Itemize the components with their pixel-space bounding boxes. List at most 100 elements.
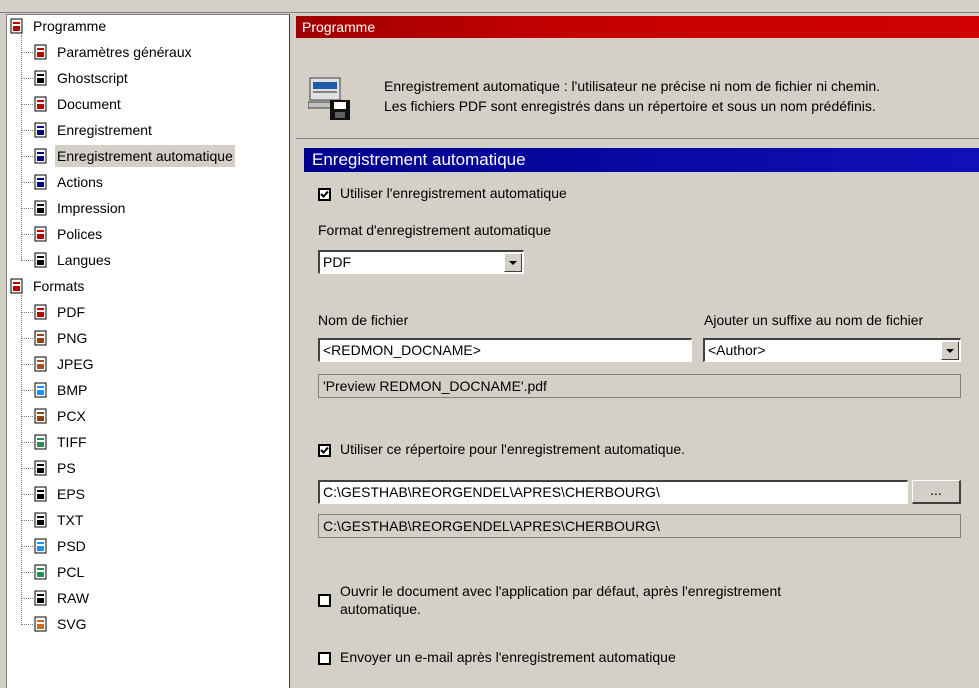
tree-item[interactable]: EPS	[21, 483, 287, 505]
tree-item-label: Programme	[33, 18, 107, 34]
tree-item-label: Actions	[57, 174, 103, 190]
pdf-format-icon	[34, 304, 47, 320]
tree-item[interactable]: TIFF	[21, 431, 287, 453]
description-area: Enregistrement automatique : l'utilisate…	[296, 38, 979, 139]
tree-item[interactable]: Langues	[21, 249, 287, 271]
tree-item[interactable]: Programme	[9, 15, 287, 37]
tree-item[interactable]: Ghostscript	[21, 67, 287, 89]
autosave-icon	[34, 148, 47, 164]
tree-item-label: SVG	[57, 616, 87, 632]
filename-label: Nom de fichier	[318, 312, 409, 328]
tree-item[interactable]: PCL	[21, 561, 287, 583]
tree-item[interactable]: Enregistrement automatique	[21, 145, 287, 167]
tree-connector	[21, 624, 33, 625]
tree-item-label: TIFF	[57, 434, 87, 450]
tree-item[interactable]: PCX	[21, 405, 287, 427]
eps-format-icon	[34, 486, 47, 502]
tree-item[interactable]: JPEG	[21, 353, 287, 375]
description-line-2: Les fichiers PDF sont enregistrés dans u…	[384, 98, 876, 114]
open-document-label-line-1: Ouvrir le document avec l'application pa…	[340, 583, 782, 599]
description-text: Enregistrement automatique : l'utilisate…	[384, 76, 880, 116]
tree-item-label: JPEG	[57, 356, 94, 372]
tree-connector	[21, 442, 33, 443]
tree-item[interactable]: PDF	[21, 301, 287, 323]
tree-item-label: PDF	[57, 304, 85, 320]
tiff-format-icon	[34, 434, 47, 450]
checkmark-icon	[320, 190, 329, 198]
chevron-down-icon[interactable]	[941, 341, 959, 360]
tree-item-label: Langues	[57, 252, 111, 268]
tree-connector	[21, 364, 33, 365]
send-email-label: Envoyer un e-mail après l'enregistrement…	[340, 649, 676, 665]
tree-item[interactable]: Polices	[21, 223, 287, 245]
description-line-1: Enregistrement automatique : l'utilisate…	[384, 78, 881, 94]
settings-panel: Programme Enregistrement automatique : l…	[296, 14, 979, 688]
tree-item-label: Enregistrement	[57, 122, 152, 138]
ghostscript-icon	[34, 70, 47, 86]
fonts-icon	[34, 226, 47, 242]
suffix-select[interactable]: <Author>	[703, 338, 961, 362]
tree-item[interactable]: Impression	[21, 197, 287, 219]
section-header-autosave: Enregistrement automatique	[304, 148, 979, 172]
tree-connector	[21, 35, 22, 261]
use-directory-label: Utiliser ce répertoire pour l'enregistre…	[340, 441, 686, 457]
tree-item-label: PS	[57, 460, 76, 476]
tree-item-label: Paramètres généraux	[57, 44, 192, 60]
format-select[interactable]: PDF	[318, 250, 524, 274]
filename-input[interactable]: <REDMON_DOCNAME>	[318, 338, 692, 362]
tree-item-label: RAW	[57, 590, 90, 606]
open-document-label: Ouvrir le document avec l'application pa…	[340, 582, 781, 618]
raw-format-icon	[34, 590, 47, 606]
png-format-icon	[34, 330, 47, 346]
directory-preview: C:\GESTHAB\REORGENDEL\APRES\CHERBOURG\	[318, 514, 961, 538]
suffix-select-value: <Author>	[708, 342, 766, 358]
tree-connector	[21, 598, 33, 599]
tree-connector	[21, 416, 33, 417]
tree-connector	[21, 572, 33, 573]
tree-item-label: Ghostscript	[57, 70, 128, 86]
document-icon	[34, 96, 47, 112]
autosave-large-icon	[308, 77, 350, 120]
tree-connector	[21, 130, 33, 131]
tree-item-label: Document	[57, 96, 121, 112]
tree-item[interactable]: SVG	[21, 613, 287, 635]
format-select-value: PDF	[323, 254, 351, 270]
tree-connector	[21, 338, 33, 339]
open-document-label-line-2: automatique.	[340, 601, 421, 617]
tree-item[interactable]: TXT	[21, 509, 287, 531]
tree-connector	[21, 234, 33, 235]
tree-connector	[21, 182, 33, 183]
tree-item[interactable]: PS	[21, 457, 287, 479]
pcl-format-icon	[34, 564, 47, 580]
use-autosave-label: Utiliser l'enregistrement automatique	[340, 185, 567, 201]
section-header-programme: Programme	[296, 16, 979, 38]
tree-item-label: PSD	[57, 538, 86, 554]
tree-item-label: EPS	[57, 486, 86, 502]
tree-item[interactable]: Formats	[9, 275, 287, 297]
tree-item[interactable]: Enregistrement	[21, 119, 287, 141]
tree-connector	[21, 520, 33, 521]
tree-item[interactable]: PSD	[21, 535, 287, 557]
tree-item[interactable]: BMP	[21, 379, 287, 401]
tree-connector	[21, 494, 33, 495]
tree-item[interactable]: Document	[21, 93, 287, 115]
settings-tree[interactable]: Programme Paramètres généraux Ghostscript D…	[6, 14, 290, 688]
actions-icon	[34, 174, 47, 190]
chevron-down-icon[interactable]	[504, 253, 522, 272]
tree-item[interactable]: PNG	[21, 327, 287, 349]
bmp-format-icon	[34, 382, 47, 398]
use-directory-checkbox[interactable]	[318, 444, 331, 457]
tree-connector	[21, 546, 33, 547]
ps-format-icon	[34, 460, 47, 476]
tree-item[interactable]: Actions	[21, 171, 287, 193]
use-autosave-checkbox[interactable]	[318, 188, 331, 201]
open-document-checkbox[interactable]	[318, 594, 331, 607]
tree-item[interactable]: Paramètres généraux	[21, 41, 287, 63]
tree-item-label: Enregistrement automatique	[55, 145, 235, 167]
tree-item[interactable]: RAW	[21, 587, 287, 609]
send-email-checkbox[interactable]	[318, 652, 331, 665]
directory-input[interactable]: C:\GESTHAB\REORGENDEL\APRES\CHERBOURG\	[318, 480, 908, 504]
tree-connector	[21, 260, 33, 261]
tree-connector	[21, 468, 33, 469]
browse-button[interactable]: ...	[912, 480, 961, 504]
